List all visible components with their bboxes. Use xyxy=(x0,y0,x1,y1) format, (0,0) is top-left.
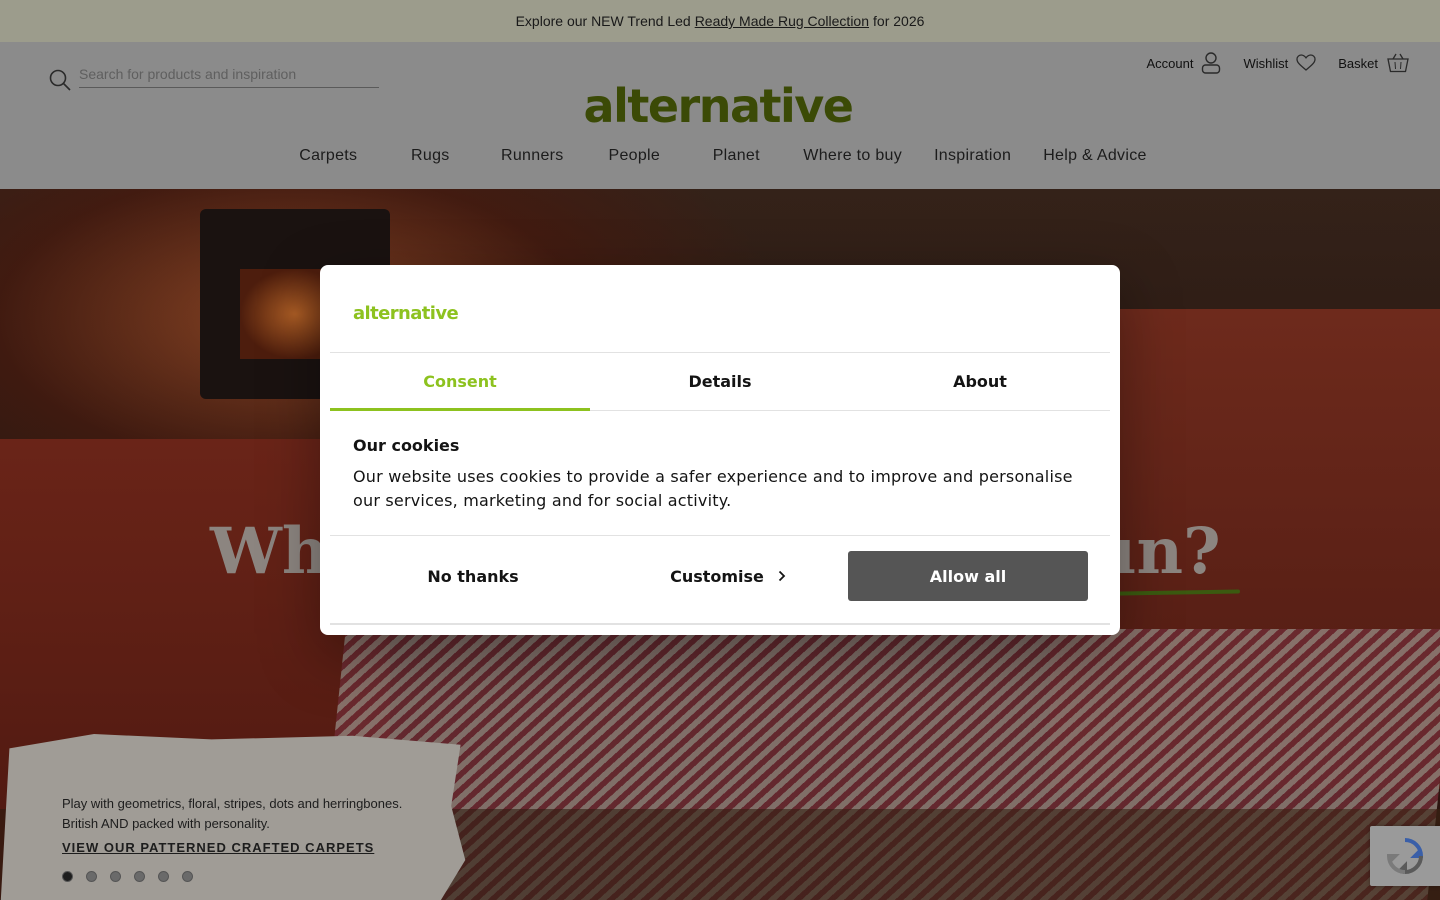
basket-link[interactable]: Basket xyxy=(1338,53,1410,73)
hero-cta-link[interactable]: VIEW OUR PATTERNED CRAFTED CARPETS xyxy=(62,840,374,855)
customise-button[interactable]: Customise xyxy=(608,551,848,601)
main-nav: Carpets Rugs Runners People Planet Where… xyxy=(0,147,1440,177)
nav-item-rugs[interactable]: Rugs xyxy=(379,147,481,177)
wishlist-label: Wishlist xyxy=(1243,55,1289,71)
recaptcha-badge[interactable] xyxy=(1370,826,1440,886)
carousel-dot-2[interactable] xyxy=(86,871,97,882)
announcement-text-after: for 2026 xyxy=(873,13,925,29)
chevron-right-icon xyxy=(778,570,786,582)
announcement-link[interactable]: Ready Made Rug Collection xyxy=(695,13,869,29)
announcement-bar: Explore our NEW Trend Led Ready Made Rug… xyxy=(0,0,1440,42)
wishlist-link[interactable]: Wishlist xyxy=(1243,54,1316,72)
cookies-title: Our cookies xyxy=(353,436,460,455)
nav-item-people[interactable]: People xyxy=(583,147,685,177)
dialog-logo: alternative xyxy=(353,303,459,324)
nav-item-planet[interactable]: Planet xyxy=(685,147,787,177)
basket-label: Basket xyxy=(1338,55,1378,71)
tab-about[interactable]: About xyxy=(850,353,1110,410)
site-logo[interactable]: alternative xyxy=(584,79,854,133)
tab-consent[interactable]: Consent xyxy=(330,353,590,411)
recaptcha-icon xyxy=(1386,838,1424,875)
heart-icon xyxy=(1296,54,1316,71)
nav-item-where-to-buy[interactable]: Where to buy xyxy=(787,147,918,177)
cookie-consent-dialog: alternative Consent Details About Our co… xyxy=(320,265,1120,635)
search-bar xyxy=(46,54,380,91)
dialog-bottom-border xyxy=(330,623,1110,625)
carousel-dot-1[interactable] xyxy=(62,871,73,882)
announcement-text-before: Explore our NEW Trend Led xyxy=(515,13,691,29)
user-icon xyxy=(1202,52,1221,74)
nav-item-runners[interactable]: Runners xyxy=(481,147,583,177)
search-icon[interactable] xyxy=(48,68,72,92)
consent-tabs: Consent Details About xyxy=(330,352,1110,411)
carousel-dot-6[interactable] xyxy=(182,871,193,882)
carousel-dot-3[interactable] xyxy=(110,871,121,882)
hero-description-line1: Play with geometrics, floral, stripes, d… xyxy=(62,796,403,811)
nav-item-carpets[interactable]: Carpets xyxy=(277,147,379,177)
no-thanks-button[interactable]: No thanks xyxy=(353,551,593,601)
hero-description-line2: British AND packed with personality. xyxy=(62,816,270,831)
carousel-dots xyxy=(62,871,193,882)
allow-all-button[interactable]: Allow all xyxy=(848,551,1088,601)
nav-item-help-advice[interactable]: Help & Advice xyxy=(1027,147,1163,177)
hero-description: Play with geometrics, floral, stripes, d… xyxy=(62,794,402,834)
carousel-dot-5[interactable] xyxy=(158,871,169,882)
search-input[interactable] xyxy=(79,60,379,88)
cookies-description: Our website uses cookies to provide a sa… xyxy=(353,467,1073,510)
account-link[interactable]: Account xyxy=(1146,52,1221,74)
account-label: Account xyxy=(1146,55,1194,71)
carousel-dot-4[interactable] xyxy=(134,871,145,882)
dialog-divider xyxy=(330,535,1110,536)
nav-item-inspiration[interactable]: Inspiration xyxy=(918,147,1027,177)
utility-links: Account Wishlist Basket xyxy=(1146,52,1410,74)
site-header: Account Wishlist Basket alternative Carp… xyxy=(0,42,1440,189)
basket-icon xyxy=(1387,53,1409,73)
customise-label: Customise xyxy=(670,566,764,586)
tab-details[interactable]: Details xyxy=(590,353,850,410)
